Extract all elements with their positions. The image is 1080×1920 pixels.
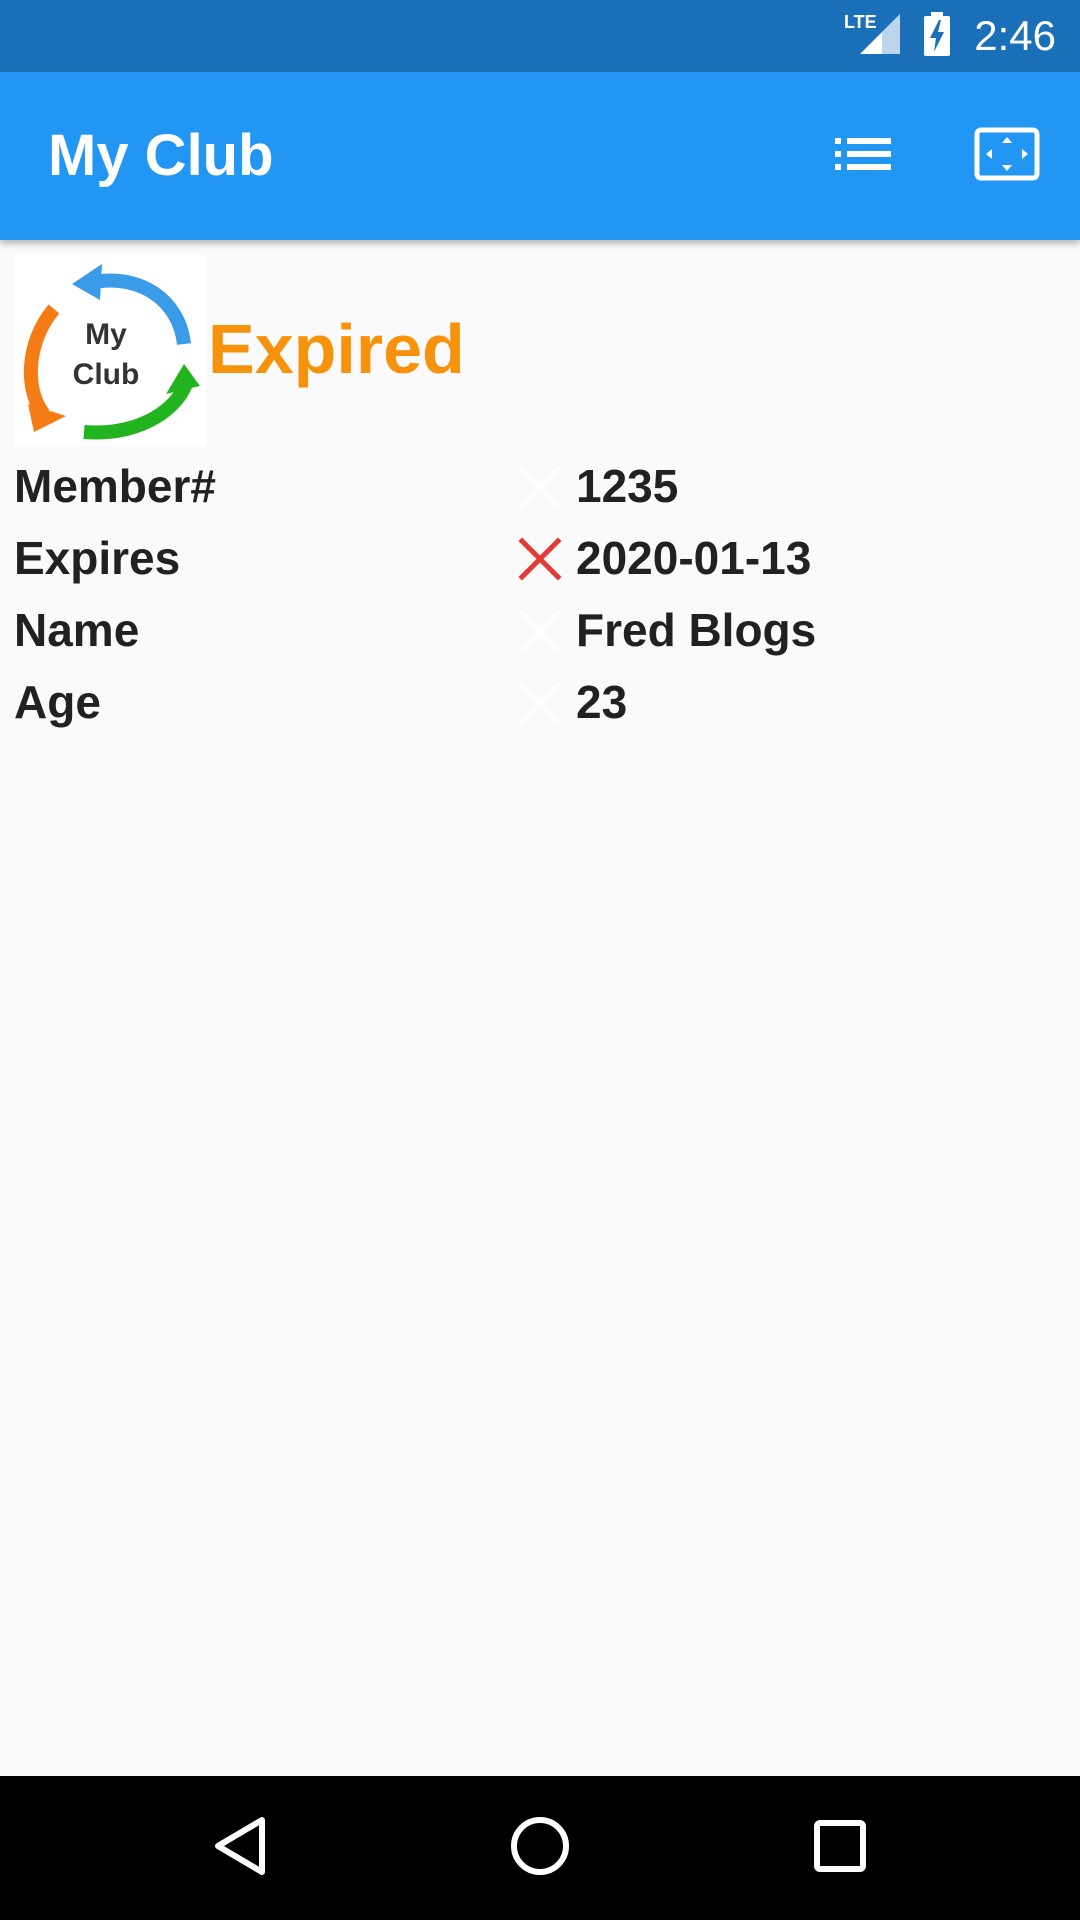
invalid-icon bbox=[517, 464, 563, 510]
home-icon bbox=[510, 1816, 570, 1881]
fullscreen-icon bbox=[974, 127, 1040, 186]
invalid-icon bbox=[517, 536, 563, 582]
logo-text-line2: Club bbox=[73, 358, 140, 391]
navigation-bar bbox=[0, 1776, 1080, 1920]
fullscreen-button[interactable] bbox=[952, 72, 1062, 240]
battery-charging-icon bbox=[922, 10, 952, 63]
signal-icon: LTE bbox=[844, 10, 901, 63]
membership-status: Expired bbox=[208, 310, 465, 388]
recents-icon bbox=[813, 1819, 867, 1878]
info-value: 2020-01-13 bbox=[576, 532, 812, 584]
app-title: My Club bbox=[48, 123, 274, 188]
info-row-expires: Expires 2020-01-13 bbox=[14, 522, 1066, 594]
info-row-member-number: Member# 1235 bbox=[14, 450, 1066, 522]
back-button[interactable] bbox=[180, 1776, 300, 1920]
club-logo: My Club bbox=[14, 254, 206, 446]
back-icon bbox=[212, 1816, 268, 1881]
status-time: 2:46 bbox=[974, 12, 1056, 59]
network-label: LTE bbox=[844, 12, 877, 32]
home-button[interactable] bbox=[480, 1776, 600, 1920]
status-bar: LTE 2:46 bbox=[0, 0, 1080, 72]
info-label: Name bbox=[14, 604, 140, 656]
app-bar: My Club bbox=[0, 72, 1080, 240]
info-value: 1235 bbox=[576, 460, 679, 512]
logo-text-line1: My bbox=[85, 318, 127, 351]
info-label: Member# bbox=[14, 460, 216, 512]
invalid-icon bbox=[517, 680, 563, 726]
info-label: Expires bbox=[14, 532, 181, 584]
info-value: Fred Blogs bbox=[576, 604, 817, 656]
info-row-age: Age 23 bbox=[14, 666, 1066, 738]
info-label: Age bbox=[14, 676, 101, 728]
info-value: 23 bbox=[576, 676, 628, 728]
list-button[interactable] bbox=[808, 72, 918, 240]
list-icon bbox=[835, 136, 891, 177]
info-row-name: Name Fred Blogs bbox=[14, 594, 1066, 666]
recents-button[interactable] bbox=[780, 1776, 900, 1920]
invalid-icon bbox=[517, 608, 563, 654]
membership-header: My Club Expired bbox=[14, 254, 1066, 446]
